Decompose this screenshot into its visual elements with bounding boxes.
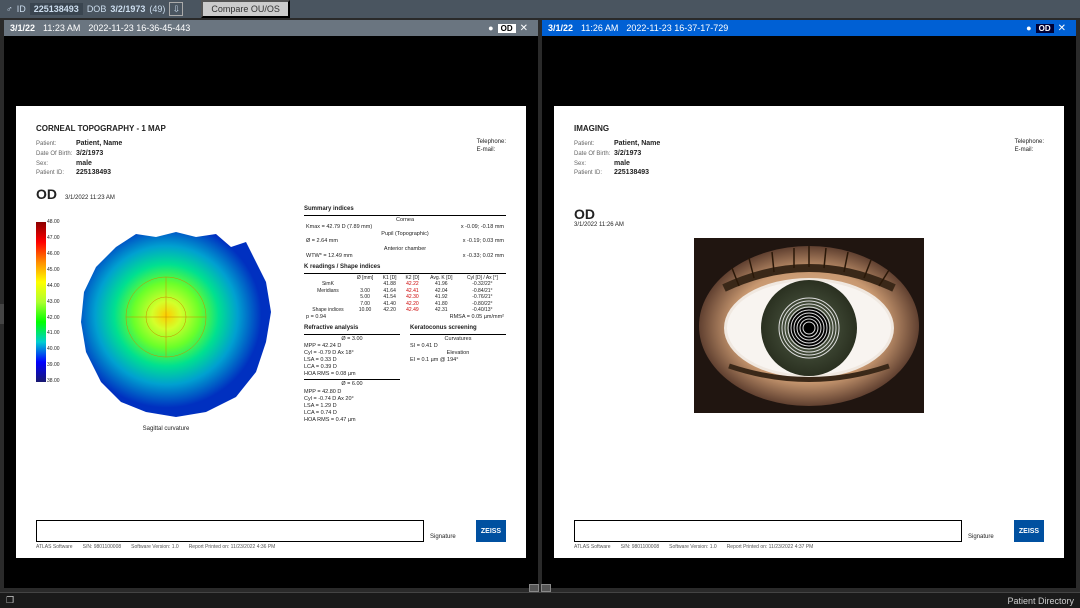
tab-date: 3/1/22 [548, 23, 573, 33]
contact-block: Telephone: E-mail: [1015, 139, 1044, 178]
tab-dot-icon: ● [488, 23, 493, 33]
summary-title: Summary indices [304, 206, 506, 214]
patient-directory-link[interactable]: Patient Directory [1007, 596, 1074, 606]
lbl-email: E-mail: [477, 147, 506, 155]
close-icon[interactable]: ✕ [520, 23, 528, 34]
report-topography: CORNEAL TOPOGRAPHY - 1 MAP Patient:Patie… [16, 106, 526, 558]
report-title: IMAGING [574, 124, 1044, 133]
lbl-sex: Sex: [574, 161, 614, 169]
report-footer: ATLAS Software S/N: 9801100008 Software … [36, 544, 506, 550]
signature-box [574, 520, 962, 542]
panel-right: 3/1/22 11:26 AM 2022-11-23 16-37-17-729 … [542, 20, 1076, 588]
lbl-pid: Patient ID: [36, 170, 76, 178]
tab-right[interactable]: 3/1/22 11:26 AM 2022-11-23 16-37-17-729 … [542, 20, 1076, 36]
contact-block: Telephone: E-mail: [477, 139, 506, 178]
eye-image [694, 238, 924, 413]
patient-meta: ♂ ID 225138493 DOB 3/2/1973 (49) ⇩ [6, 2, 183, 16]
eye-label: OD [36, 186, 57, 202]
tabbar-right: 3/1/22 11:26 AM 2022-11-23 16-37-17-729 … [542, 20, 1076, 36]
panel-left: 3/1/22 11:23 AM 2022-11-23 16-36-45-443 … [4, 20, 538, 588]
capture-timestamp: 3/1/2022 11:23 AM [65, 195, 115, 201]
tab-date: 3/1/22 [10, 23, 35, 33]
ant-hdr: Anterior chamber [304, 246, 506, 253]
signature-label: Signature [968, 534, 1008, 542]
patient-age: (49) [149, 4, 165, 14]
zeiss-logo: ZEISS [476, 520, 506, 542]
lbl-tel: Telephone: [1015, 139, 1044, 147]
compare-button[interactable]: Compare OU/OS [201, 0, 290, 18]
tab-file: 2022-11-23 16-37-17-729 [626, 23, 728, 33]
eye-label: OD [574, 206, 595, 222]
val-sex: male [76, 160, 92, 167]
patient-id: 225138493 [30, 3, 83, 15]
gender-icon: ♂ [6, 4, 13, 14]
tab-time: 11:26 AM [581, 23, 618, 33]
split-handle[interactable] [529, 584, 551, 592]
bottom-bar: ❐ Patient Directory [0, 592, 1080, 608]
eye-indicator-od: OD [498, 24, 516, 33]
zeiss-logo: ZEISS [1014, 520, 1044, 542]
lbl-tel: Telephone: [477, 139, 506, 147]
workspace: 3/1/22 11:23 AM 2022-11-23 16-36-45-443 … [0, 18, 1080, 590]
eye-indicator-od: OD [1036, 24, 1054, 33]
refract-title: Refractive analysis [304, 325, 400, 333]
capture-timestamp: 3/1/2022 11:26 AM [574, 222, 1044, 228]
color-scale-labels: 48.0047.0046.0045.0044.0043.0042.0041.00… [47, 220, 60, 384]
lbl-email: E-mail: [1015, 147, 1044, 155]
color-scale-bar [36, 222, 46, 382]
val-pid: 225138493 [76, 169, 111, 176]
dob-label: DOB [87, 4, 107, 14]
signature-label: Signature [430, 534, 470, 542]
signature-box [36, 520, 424, 542]
lbl-dob: Date Of Birth: [574, 151, 614, 159]
val-dob: 3/2/1973 [76, 150, 103, 157]
tab-file: 2022-11-23 16-36-45-443 [88, 23, 190, 33]
report-footer: ATLAS Software S/N: 9801100008 Software … [574, 544, 1044, 550]
report-title: CORNEAL TOPOGRAPHY - 1 MAP [36, 124, 506, 133]
lbl-patient: Patient: [574, 141, 614, 149]
tab-dot-icon: ● [1026, 23, 1031, 33]
export-icon[interactable]: ⇩ [169, 2, 183, 16]
topography-map [66, 222, 286, 422]
tabbar-left: 3/1/22 11:23 AM 2022-11-23 16-36-45-443 … [4, 20, 538, 36]
lbl-patient: Patient: [36, 141, 76, 149]
map-legend: Sagittal curvature [36, 426, 296, 432]
report-imaging: IMAGING Patient:Patient, Name Date Of Bi… [554, 106, 1064, 558]
val-pid: 225138493 [614, 169, 649, 176]
val-dob: 3/2/1973 [614, 150, 641, 157]
val-patient: Patient, Name [76, 140, 122, 147]
topography-map-area: 48.0047.0046.0045.0044.0043.0042.0041.00… [36, 202, 296, 520]
kread-title: K readings / Shape indices [304, 264, 506, 272]
cornea-hdr: Cornea [304, 217, 506, 224]
kerato-title: Keratoconus screening [410, 325, 506, 333]
pupil-hdr: Pupil (Topographic) [304, 231, 506, 238]
close-icon[interactable]: ✕ [1058, 23, 1066, 34]
lbl-sex: Sex: [36, 161, 76, 169]
val-patient: Patient, Name [614, 140, 660, 147]
window-icon[interactable]: ❐ [6, 595, 14, 606]
tab-left[interactable]: 3/1/22 11:23 AM 2022-11-23 16-36-45-443 … [4, 20, 538, 36]
patient-info-block: Patient:Patient, Name Date Of Birth:3/2/… [574, 139, 660, 178]
id-label: ID [17, 4, 26, 14]
k-readings-table: Ø [mm]K1 [D]K2 [D]Avg. K [D]Cyl [D] / Ax… [304, 275, 506, 314]
patient-info-block: Patient:Patient, Name Date Of Birth:3/2/… [36, 139, 122, 178]
data-tables: Summary indices Cornea Kmax = 42.79 D (7… [304, 202, 506, 520]
lbl-dob: Date Of Birth: [36, 151, 76, 159]
patient-dob: 3/2/1973 [110, 4, 145, 14]
tab-time: 11:23 AM [43, 23, 80, 33]
val-sex: male [614, 160, 630, 167]
top-bar: ♂ ID 225138493 DOB 3/2/1973 (49) ⇩ Compa… [0, 0, 1080, 18]
lbl-pid: Patient ID: [574, 170, 614, 178]
